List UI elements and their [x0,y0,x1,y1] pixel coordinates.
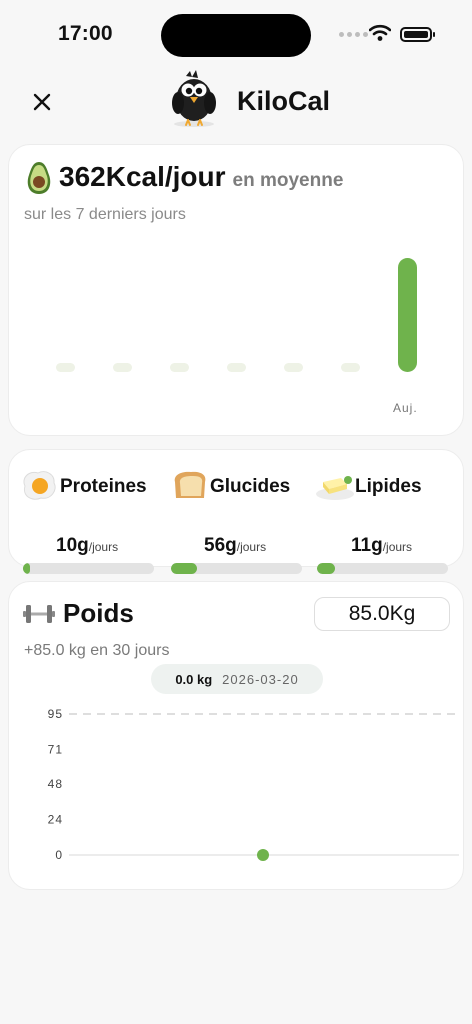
weight-line-chart[interactable]: 95 71 48 24 0 [9,697,465,867]
macro-name: Proteines [60,476,147,497]
wifi-icon [369,24,391,41]
weight-card[interactable]: Poids 85.0Kg +85.0 kg en 30 jours 0.0 kg… [8,581,464,890]
macro-progress-bar [23,563,154,574]
calorie-bar [113,363,132,372]
y-tick-label: 24 [48,812,63,826]
calories-header: 362Kcal/jour en moyenne [25,161,343,195]
macro-progress-bar [171,563,302,574]
crow-mascot-logo [172,70,216,127]
macro-name: Lipides [355,476,422,497]
tooltip-value: 0.0 kg [175,671,213,687]
y-tick-label: 95 [48,707,63,721]
weight-title: Poids [63,598,134,628]
dynamic-island [161,14,311,57]
today-label: Auj. [393,401,418,415]
weight-header: Poids [23,598,134,629]
dumbbell-icon [23,604,55,623]
calorie-bar [398,258,417,372]
macro-name: Glucides [210,476,291,497]
tooltip-date: 2026-03-20 [222,671,299,687]
weight-change: +85.0 kg en 30 jours [24,642,170,659]
close-button[interactable] [26,86,58,118]
status-time: 17:00 [58,22,113,45]
macro-value: 11g/jours [351,535,413,556]
butter-icon [316,476,354,500]
calories-period: sur les 7 derniers jours [24,206,186,223]
average-label: en moyenne [232,170,344,191]
close-icon [33,93,51,111]
calorie-bar [170,363,189,372]
calorie-bar [227,363,246,372]
macros-card[interactable]: Proteines 10g/jours Glucides 56g/jours L… [8,449,464,574]
y-tick-label: 0 [55,848,63,862]
macro-progress-bar [317,563,448,574]
macro-value: 10g/jours [56,535,119,556]
macro-value: 56g/jours [204,535,267,556]
cellular-signal-icon [339,32,368,37]
calorie-bar [284,363,303,372]
avocado-icon [27,162,51,194]
calorie-bar [56,363,75,372]
battery-icon [400,27,435,42]
status-bar: 17:00 [0,0,472,70]
y-tick-label: 71 [48,743,63,757]
calorie-bar [341,363,360,372]
y-tick-label: 48 [48,777,63,791]
current-weight-field[interactable]: 85.0Kg [314,597,450,631]
calories-card[interactable]: 362Kcal/jour en moyenne sur les 7 dernie… [8,144,464,436]
bread-icon [174,471,206,498]
app-title: KiloCal [237,86,331,116]
fried-egg-icon [23,471,56,500]
average-calories: 362Kcal/jour [59,161,226,192]
weight-tooltip: 0.0 kg 2026-03-20 [151,664,323,694]
weight-data-point[interactable] [257,849,269,861]
